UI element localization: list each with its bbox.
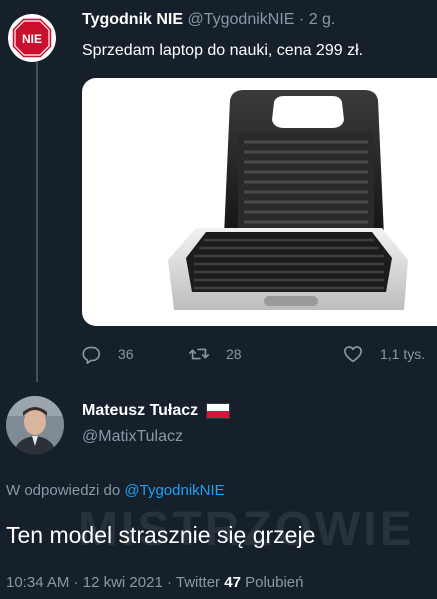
stop-sign-icon: NIE [11,17,53,59]
reply-button[interactable]: 36 [80,343,134,365]
reply-icon [82,346,101,364]
tweet-text: Sprzedam laptop do nauki, cena 299 zł. [82,42,364,59]
reply-time[interactable]: 10:34 AM [6,574,69,591]
avatar-mateusz[interactable] [6,396,64,454]
retweet-icon [189,348,209,360]
avatar-tygodnik-nie[interactable]: NIE [8,14,56,62]
reply-to-label: W odpowiedzi do [6,482,121,499]
like-count: 1,1 tys. [380,346,426,362]
reply-author-handle[interactable]: @MatixTulacz [82,428,183,446]
reply-like-count[interactable]: 47 [224,574,241,591]
poland-flag-icon [206,403,231,419]
author-name[interactable]: Tygodnik NIE [82,11,183,28]
tweet-header: Tygodnik NIE @TygodnikNIE · 2 g. [82,11,335,29]
reply-text: Ten model strasznie się grzeje [6,522,316,548]
avatar-logo-text: NIE [22,32,42,46]
heart-icon [343,346,363,363]
reply-source[interactable]: Twitter [176,574,220,591]
tweet-image[interactable] [82,78,437,326]
reply-date[interactable]: 12 kwi 2021 [83,574,163,591]
sandwich-maker-image [168,90,408,310]
tweet-age[interactable]: 2 g. [309,11,336,28]
retweet-button[interactable]: 28 [188,343,242,365]
meta-separator: · [166,574,172,591]
retweet-count: 28 [226,346,242,362]
thread-line [36,62,38,382]
reply-like-label[interactable]: Polubień [245,574,303,591]
separator: · [298,11,305,28]
reply-count: 36 [118,346,134,362]
reply-context: W odpowiedzi do @TygodnikNIE [6,482,225,499]
meta-separator: · [73,574,79,591]
reply-meta: 10:34 AM · 12 kwi 2021 · Twitter 47 Polu… [6,574,303,591]
tweet-actions: 36 28 1,1 tys. [80,343,437,367]
author-handle[interactable]: @TygodnikNIE [188,11,295,28]
like-button[interactable]: 1,1 tys. [342,343,425,365]
reply-author-row: Mateusz Tułacz [82,402,231,420]
profile-photo [6,396,64,454]
reply-author-name[interactable]: Mateusz Tułacz [82,402,198,420]
reply-to-mention[interactable]: @TygodnikNIE [124,482,224,499]
